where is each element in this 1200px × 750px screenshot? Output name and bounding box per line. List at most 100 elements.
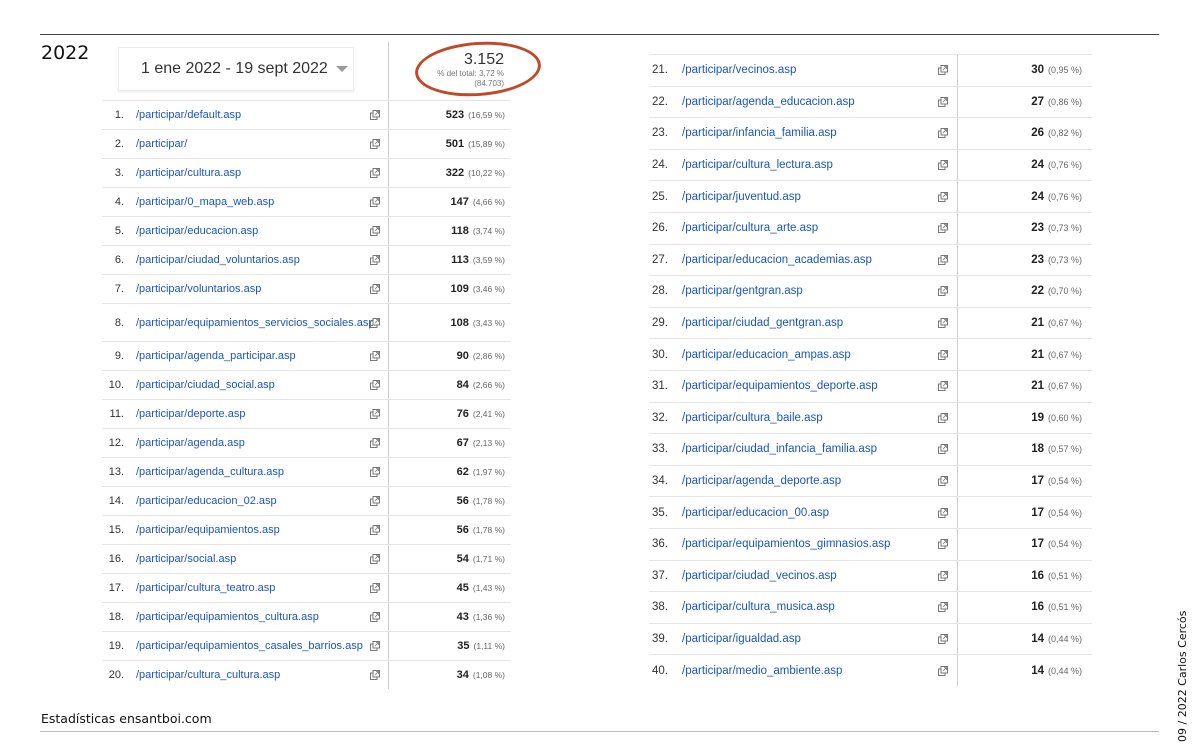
page-path-link[interactable]: /participar/infancia_familia.asp — [682, 118, 932, 149]
open-external-icon[interactable] — [938, 191, 948, 202]
open-external-icon[interactable] — [370, 612, 380, 622]
open-external-icon[interactable] — [938, 318, 948, 329]
row-count: 16 (0,51 %) — [1031, 592, 1082, 623]
page-path-link[interactable]: /participar/ — [136, 130, 368, 158]
open-external-icon[interactable] — [370, 168, 380, 178]
open-external-icon[interactable] — [938, 160, 948, 171]
open-external-icon[interactable] — [938, 665, 948, 676]
page-path-link[interactable]: /participar/agenda_cultura.asp — [136, 458, 368, 486]
page-path-link[interactable]: /participar/agenda.asp — [136, 429, 368, 457]
page-path-link[interactable]: /participar/cultura.asp — [136, 159, 368, 187]
open-external-icon[interactable] — [370, 255, 380, 265]
page-path-link[interactable]: /participar/0_mapa_web.asp — [136, 188, 368, 216]
open-external-icon[interactable] — [938, 254, 948, 265]
page-path-link[interactable]: /participar/educacion_ampas.asp — [682, 339, 932, 370]
open-external-icon[interactable] — [370, 409, 380, 419]
table-row: 39. /participar/igualdad.asp 14 (0,44 %) — [649, 622, 1092, 655]
open-external-icon[interactable] — [370, 351, 380, 361]
page-path-link[interactable]: /participar/igualdad.asp — [682, 624, 932, 655]
open-external-icon[interactable] — [938, 602, 948, 613]
open-external-icon[interactable] — [370, 317, 380, 328]
page-path-link[interactable]: /participar/cultura_lectura.asp — [682, 150, 932, 181]
open-external-icon[interactable] — [938, 412, 948, 423]
open-external-icon[interactable] — [938, 476, 948, 487]
date-range-selector[interactable]: 1 ene 2022 - 19 sept 2022 — [118, 47, 354, 91]
open-external-icon[interactable] — [938, 349, 948, 360]
page-path-link[interactable]: /participar/cultura_musica.asp — [682, 592, 932, 623]
page-path-link[interactable]: /participar/medio_ambiente.asp — [682, 655, 932, 686]
row-count: 17 (0,54 %) — [1031, 529, 1082, 560]
table-row: 6. /participar/ciudad_voluntarios.asp 113(… — [102, 245, 511, 274]
open-external-icon[interactable] — [370, 226, 380, 236]
open-external-icon[interactable] — [938, 381, 948, 392]
page-path-link[interactable]: /participar/gentgran.asp — [682, 276, 932, 307]
open-external-icon[interactable] — [938, 96, 948, 107]
table-row: 15. /participar/equipamientos.asp 56 (1,78 … — [102, 515, 511, 544]
open-external-icon[interactable] — [938, 633, 948, 644]
page-path-link[interactable]: /participar/agenda_deporte.asp — [682, 466, 932, 497]
page-path-link[interactable]: /participar/ciudad_gentgran.asp — [682, 308, 932, 339]
row-count-percent: (0,70 %) — [1047, 286, 1082, 297]
page-path-link[interactable]: /participar/deporte.asp — [136, 400, 368, 428]
open-external-icon[interactable] — [370, 670, 380, 680]
page-path-link[interactable]: /participar/cultura_teatro.asp — [136, 574, 368, 602]
page-path-link[interactable]: /participar/voluntarios.asp — [136, 275, 368, 303]
open-external-icon[interactable] — [370, 467, 380, 477]
page-path-link[interactable]: /participar/equipamientos.asp — [136, 516, 368, 544]
open-external-icon[interactable] — [370, 110, 380, 120]
row-count-value: 56 — [456, 495, 469, 507]
open-external-icon[interactable] — [938, 444, 948, 455]
open-external-icon[interactable] — [938, 128, 948, 139]
page-path-link[interactable]: /participar/equipamientos_casales_barrio… — [136, 632, 368, 660]
open-external-icon[interactable] — [938, 507, 948, 518]
page-path-link[interactable]: /participar/ciudad_social.asp — [136, 371, 368, 399]
open-external-icon[interactable] — [370, 583, 380, 593]
page-path-link[interactable]: /participar/equipamientos_deporte.asp — [682, 371, 932, 402]
table-row: 11. /participar/deporte.asp 76 (2,41 %) — [102, 399, 511, 428]
open-external-icon[interactable] — [938, 286, 948, 297]
cell-divider — [957, 181, 958, 212]
table-row: 2. /participar/501 (15,89 %) — [102, 129, 511, 158]
page-path-link[interactable]: /participar/educacion_02.asp — [136, 487, 368, 515]
page-path-link[interactable]: /participar/juventud.asp — [682, 181, 932, 212]
open-external-icon[interactable] — [370, 496, 380, 506]
page-path-link[interactable]: /participar/educacion_00.asp — [682, 497, 932, 528]
page-path-link[interactable]: /participar/equipamientos_servicios_soci… — [136, 304, 374, 341]
open-external-icon[interactable] — [938, 570, 948, 581]
page-path-link[interactable]: /participar/equipamientos_cultura.asp — [136, 603, 368, 631]
row-count-value: 147 — [450, 196, 469, 208]
cell-divider — [388, 371, 389, 399]
page-path-link[interactable]: /participar/cultura_arte.asp — [682, 213, 932, 244]
page-path-link[interactable]: /participar/equipamientos_gimnasios.asp — [682, 529, 932, 560]
page-path-link[interactable]: /participar/cultura_cultura.asp — [136, 661, 368, 689]
open-external-icon[interactable] — [370, 438, 380, 448]
page-path-link[interactable]: /participar/educacion_academias.asp — [682, 245, 932, 276]
open-external-icon[interactable] — [938, 539, 948, 550]
page-path-link[interactable]: /participar/cultura_baile.asp — [682, 403, 932, 434]
open-external-icon[interactable] — [370, 197, 380, 207]
open-external-icon[interactable] — [370, 139, 380, 149]
page-path-link[interactable]: /participar/agenda_participar.asp — [136, 342, 368, 370]
open-external-icon[interactable] — [370, 380, 380, 390]
open-external-icon[interactable] — [370, 525, 380, 535]
page-path-link[interactable]: /participar/educacion.asp — [136, 217, 368, 245]
open-external-icon[interactable] — [370, 554, 380, 564]
cell-divider — [388, 217, 389, 245]
open-external-icon[interactable] — [938, 65, 948, 76]
page-path-link[interactable]: /participar/vecinos.asp — [682, 55, 932, 86]
row-count-value: 18 — [1031, 443, 1044, 456]
open-external-icon[interactable] — [370, 284, 380, 294]
page-path-link[interactable]: /participar/default.asp — [136, 101, 368, 129]
page-path-link[interactable]: /participar/social.asp — [136, 545, 368, 573]
page-path-link[interactable]: /participar/ciudad_voluntarios.asp — [136, 246, 368, 274]
header-divider — [388, 42, 389, 100]
page-path-link[interactable]: /participar/agenda_educacion.asp — [682, 87, 932, 118]
page-path-link[interactable]: /participar/ciudad_infancia_familia.asp — [682, 434, 932, 465]
table-row: 29. /participar/ciudad_gentgran.asp 21 (0,6… — [649, 306, 1092, 339]
page-path-link[interactable]: /participar/ciudad_vecinos.asp — [682, 561, 932, 592]
row-count-value: 23 — [1031, 253, 1044, 266]
open-external-icon[interactable] — [938, 223, 948, 234]
table-row: 21. /participar/vecinos.asp 30 (0,95 %) — [649, 54, 1092, 86]
open-external-icon[interactable] — [370, 641, 380, 651]
row-count-percent: (10,22 %) — [468, 168, 505, 178]
